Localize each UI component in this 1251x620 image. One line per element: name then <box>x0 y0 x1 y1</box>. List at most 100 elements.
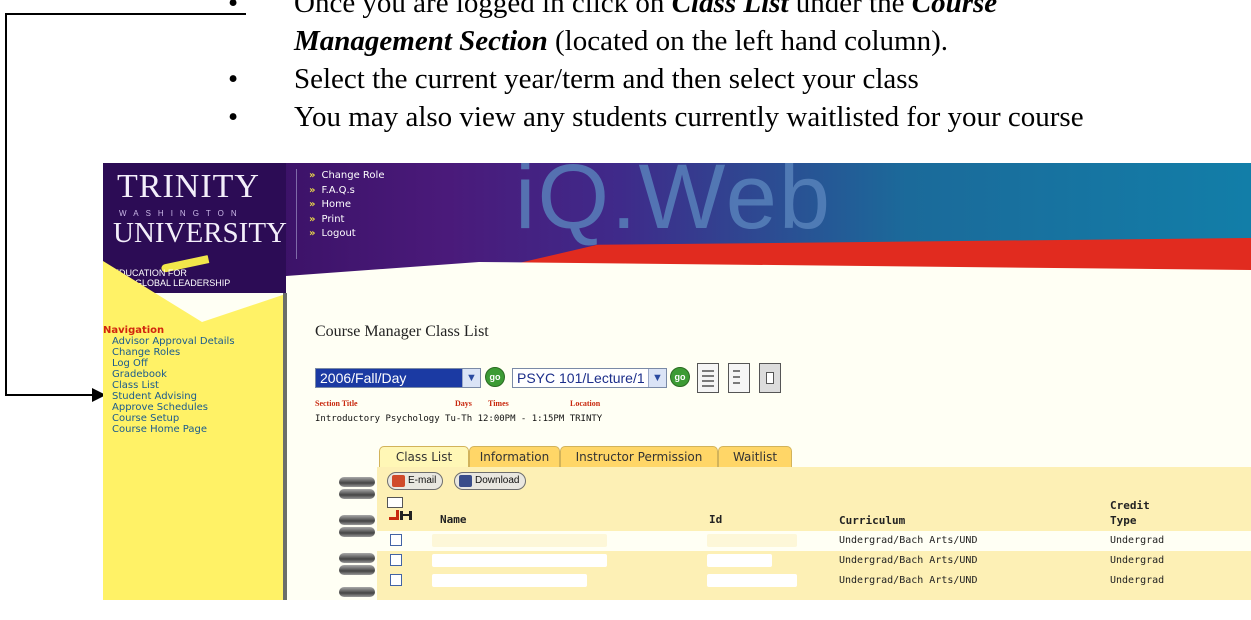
sidebar-item-course-setup[interactable]: Course Setup <box>103 413 235 424</box>
curriculum-column-header[interactable]: Curriculum <box>839 514 905 527</box>
section-values: Introductory Psychology Tu-Th 12:00PM - … <box>315 414 602 424</box>
chevron-icon: » <box>309 170 316 181</box>
email-icon <box>392 475 405 487</box>
chevron-down-icon[interactable]: ▼ <box>648 369 666 387</box>
disk-icon <box>459 475 472 487</box>
times-header: Times <box>488 399 509 408</box>
sidebar-item-gradebook[interactable]: Gradebook <box>103 369 235 380</box>
tab-class-list[interactable]: Class List <box>379 446 469 467</box>
download-button[interactable]: Download <box>454 472 527 490</box>
row-checkbox[interactable] <box>390 534 402 546</box>
top-nav-change-role[interactable]: » Change Role <box>309 169 384 184</box>
sidebar-border <box>283 293 287 600</box>
connector-line-bottom <box>5 394 93 396</box>
bullet-glyph: • <box>228 101 239 133</box>
credit-type-column-header[interactable]: Credit Type <box>1110 498 1150 528</box>
section-title-value: Introductory Psychology <box>315 414 440 424</box>
report-icon[interactable] <box>759 363 781 393</box>
tab-waitlist[interactable]: Waitlist <box>718 446 792 467</box>
chevron-icon: » <box>309 184 316 196</box>
course-go-button[interactable]: go <box>670 367 690 387</box>
email-button-label: E-mail <box>408 475 437 486</box>
top-nav: » Change Role » F.A.Q.s » Home » Print » Logo… <box>309 169 384 242</box>
top-nav-label: Change Role <box>321 170 385 181</box>
top-nav-label: F.A.Q.s <box>321 184 355 196</box>
sidebar-item-advisor-approval-details[interactable]: Advisor Approval Details <box>103 336 235 347</box>
credit-header-line-2: Type <box>1110 514 1137 527</box>
course-select[interactable]: PSYC 101/Lecture/1 ▼ <box>512 368 667 388</box>
term-select[interactable]: 2006/Fall/Day ▼ <box>315 368 481 388</box>
header-divider <box>296 169 297 259</box>
sidebar-item-class-list[interactable]: Class List <box>103 380 235 391</box>
credit-header-line-1: Credit <box>1110 499 1150 512</box>
course-select-value: PSYC 101/Lecture/1 <box>517 370 645 386</box>
instruction-bullet-3: • You may also view any students current… <box>228 98 1248 136</box>
curriculum-cell: Undergrad/Bach Arts/UND <box>839 555 978 566</box>
row-checkbox[interactable] <box>390 574 402 586</box>
instruction-emphasis: Management Section <box>294 25 548 57</box>
edit-form-icon[interactable] <box>728 363 750 393</box>
select-all-icon[interactable] <box>387 497 413 523</box>
document-icon[interactable] <box>697 363 719 393</box>
instruction-emphasis: Class List <box>671 0 789 19</box>
instruction-bullet-2: • Select the current year/term and then … <box>228 60 1248 98</box>
instruction-text: Select the current year/term and then se… <box>294 63 919 95</box>
redacted-id <box>707 574 797 587</box>
top-nav-home[interactable]: » Home <box>309 198 384 213</box>
logo-line-1: TRINITY <box>117 168 260 205</box>
tab-instructor-permission[interactable]: Instructor Permission <box>560 446 718 467</box>
sidebar-item-change-roles[interactable]: Change Roles <box>103 347 235 358</box>
table-row[interactable]: Undergrad/Bach Arts/UND Undergrad <box>377 571 1251 591</box>
top-nav-label: Home <box>321 199 351 210</box>
table-row[interactable]: Undergrad/Bach Arts/UND Undergrad <box>377 531 1251 551</box>
instruction-text: under the <box>788 0 912 19</box>
instruction-text: You may also view any students currently… <box>294 101 1084 133</box>
sidebar-item-log-off[interactable]: Log Off <box>103 358 235 369</box>
sidebar-item-student-advising[interactable]: Student Advising <box>103 391 235 402</box>
name-column-header[interactable]: Name <box>440 513 467 526</box>
term-go-button[interactable]: go <box>485 367 505 387</box>
credit-type-cell: Undergrad <box>1110 555 1165 566</box>
row-checkbox[interactable] <box>390 554 402 566</box>
redacted-name <box>432 574 587 587</box>
logo-line-3: UNIVERSITY <box>113 217 287 249</box>
id-column-header[interactable]: Id <box>709 513 722 526</box>
university-logo[interactable]: TRINITY WASHINGTON UNIVERSITY EDUCATION … <box>103 163 287 293</box>
top-nav-label: Print <box>321 213 345 225</box>
chevron-down-icon[interactable]: ▼ <box>462 369 480 387</box>
top-nav-label: Logout <box>321 228 356 239</box>
redacted-id <box>707 554 772 567</box>
location-value: TRINTY <box>569 414 603 424</box>
times-value: 12:00PM - 1:15PM <box>477 414 565 424</box>
top-nav-logout[interactable]: » Logout <box>309 227 384 242</box>
instruction-emphasis: Course <box>911 0 998 19</box>
table-row[interactable]: Undergrad/Bach Arts/UND Undergrad <box>377 551 1251 571</box>
connector-line-left <box>5 13 7 396</box>
email-button[interactable]: E-mail <box>387 472 444 490</box>
instruction-list: • Once you are logged in click on Class … <box>228 0 1248 136</box>
top-nav-print[interactable]: » Print <box>309 213 384 228</box>
sidebar-item-course-home-page[interactable]: Course Home Page <box>103 424 235 435</box>
instruction-text: Once you are logged in click on <box>294 0 672 19</box>
location-header: Location <box>570 399 601 408</box>
chevron-icon: » <box>309 228 316 239</box>
bullet-glyph: • <box>228 63 239 95</box>
top-nav-faqs[interactable]: » F.A.Q.s <box>309 184 384 199</box>
sidebar-item-approve-schedules[interactable]: Approve Schedules <box>103 402 235 413</box>
download-button-label: Download <box>475 475 520 486</box>
curriculum-cell: Undergrad/Bach Arts/UND <box>839 575 978 586</box>
left-navigation: Navigation Advisor Approval Details Chan… <box>103 325 235 435</box>
term-select-value: 2006/Fall/Day <box>320 370 407 386</box>
logo-tagline-1: EDUCATION FOR <box>113 268 187 278</box>
curriculum-cell: Undergrad/Bach Arts/UND <box>839 535 978 546</box>
binder-rings <box>337 467 377 600</box>
chevron-icon: » <box>309 213 316 225</box>
credit-type-cell: Undergrad <box>1110 575 1165 586</box>
page-title: Course Manager Class List <box>315 323 489 340</box>
tab-information[interactable]: Information <box>469 446 560 467</box>
chevron-icon: » <box>309 199 316 210</box>
instruction-bullet-1: • Once you are logged in click on Class … <box>228 0 1248 60</box>
redacted-id <box>707 534 797 547</box>
redacted-name <box>432 554 607 567</box>
redacted-name <box>432 534 607 547</box>
